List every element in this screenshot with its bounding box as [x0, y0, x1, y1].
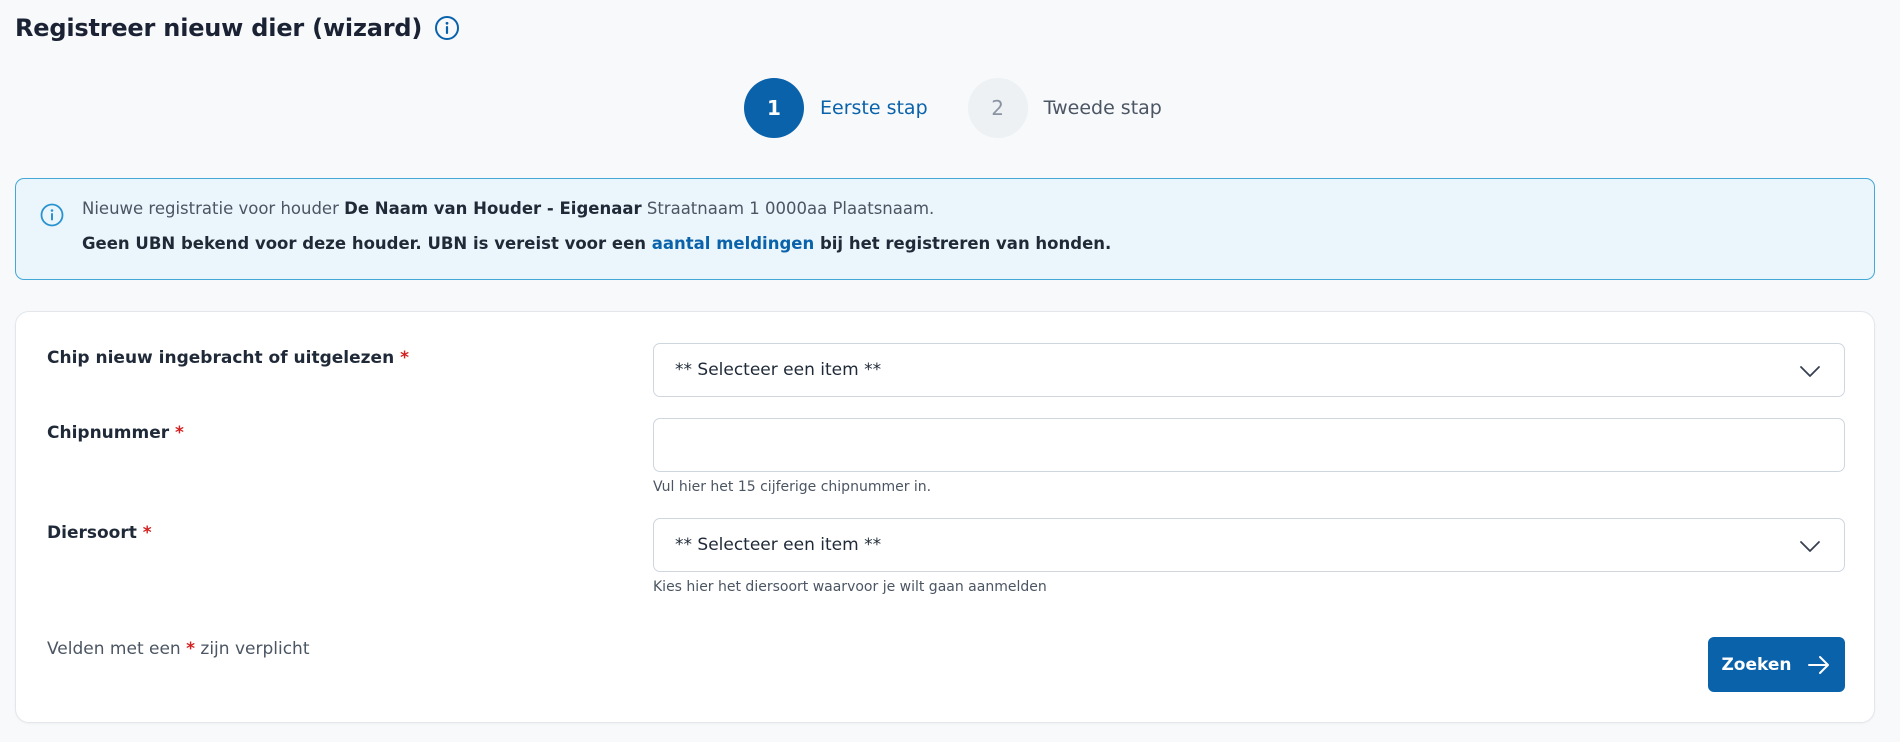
search-button-label: Zoeken [1721, 654, 1792, 675]
chipnummer-label-text: Chipnummer [47, 423, 170, 443]
banner-ubn-line: Geen UBN bekend voor deze houder. UBN is… [82, 234, 1874, 254]
required-mark: * [186, 639, 195, 659]
wizard-stepper: 1 Eerste stap 2 Tweede stap [744, 78, 1162, 138]
search-button[interactable]: Zoeken [1708, 637, 1845, 692]
chip-method-label: Chip nieuw ingebracht of uitgelezen * [47, 348, 409, 368]
chip-method-select[interactable]: ** Selecteer een item ** [653, 343, 1845, 397]
page: Registreer nieuw dier (wizard) 1 Eerste … [0, 0, 1900, 742]
diersoort-label: Diersoort * [47, 523, 152, 543]
step-2: 2 Tweede stap [967, 78, 1162, 138]
diersoort-hint: Kies hier het diersoort waarvoor je wilt… [653, 579, 1047, 595]
info-icon [39, 202, 65, 228]
diersoort-selected-value: ** Selecteer een item ** [675, 535, 882, 555]
banner-prefix: Nieuwe registratie voor houder [82, 199, 345, 218]
required-note-prefix: Velden met een [47, 639, 187, 659]
aantal-meldingen-link[interactable]: aantal meldingen [652, 234, 814, 253]
step-1-number: 1 [744, 78, 804, 138]
registration-form: Chip nieuw ingebracht of uitgelezen * **… [15, 311, 1875, 723]
info-icon[interactable] [434, 15, 460, 41]
required-mark: * [142, 523, 152, 543]
diersoort-label-text: Diersoort [47, 523, 137, 543]
step-2-label: Tweede stap [1043, 97, 1162, 119]
holder-name: De Naam van Houder - Eigenaar [344, 199, 642, 218]
ubn-warning-suffix: bij het registreren van honden. [814, 234, 1112, 253]
ubn-warning-prefix: Geen UBN bekend voor deze houder. UBN is… [82, 234, 652, 253]
chipnummer-hint: Vul hier het 15 cijferige chipnummer in. [653, 479, 932, 495]
required-note-suffix: zijn verplicht [195, 639, 310, 659]
chip-method-label-text: Chip nieuw ingebracht of uitgelezen [47, 348, 395, 368]
chipnummer-label: Chipnummer * [47, 423, 184, 443]
step-2-number: 2 [967, 78, 1028, 138]
arrow-right-icon [1806, 652, 1832, 678]
title-row: Registreer nieuw dier (wizard) [15, 14, 460, 42]
step-1-label: Eerste stap [820, 97, 928, 119]
chevron-down-icon [1798, 534, 1822, 558]
chip-method-selected-value: ** Selecteer een item ** [675, 360, 882, 380]
info-banner: Nieuwe registratie voor houder De Naam v… [15, 178, 1875, 280]
page-title: Registreer nieuw dier (wizard) [15, 14, 423, 42]
step-1: 1 Eerste stap [744, 78, 928, 138]
required-fields-note: Velden met een * zijn verplicht [47, 639, 309, 659]
banner-holder-line: Nieuwe registratie voor houder De Naam v… [82, 199, 1874, 219]
chipnummer-input[interactable] [653, 418, 1845, 472]
required-mark: * [175, 423, 184, 443]
diersoort-select[interactable]: ** Selecteer een item ** [653, 518, 1845, 572]
holder-address: Straatnaam 1 0000aa Plaatsnaam. [641, 199, 935, 218]
required-mark: * [400, 348, 410, 368]
chevron-down-icon [1798, 359, 1822, 383]
